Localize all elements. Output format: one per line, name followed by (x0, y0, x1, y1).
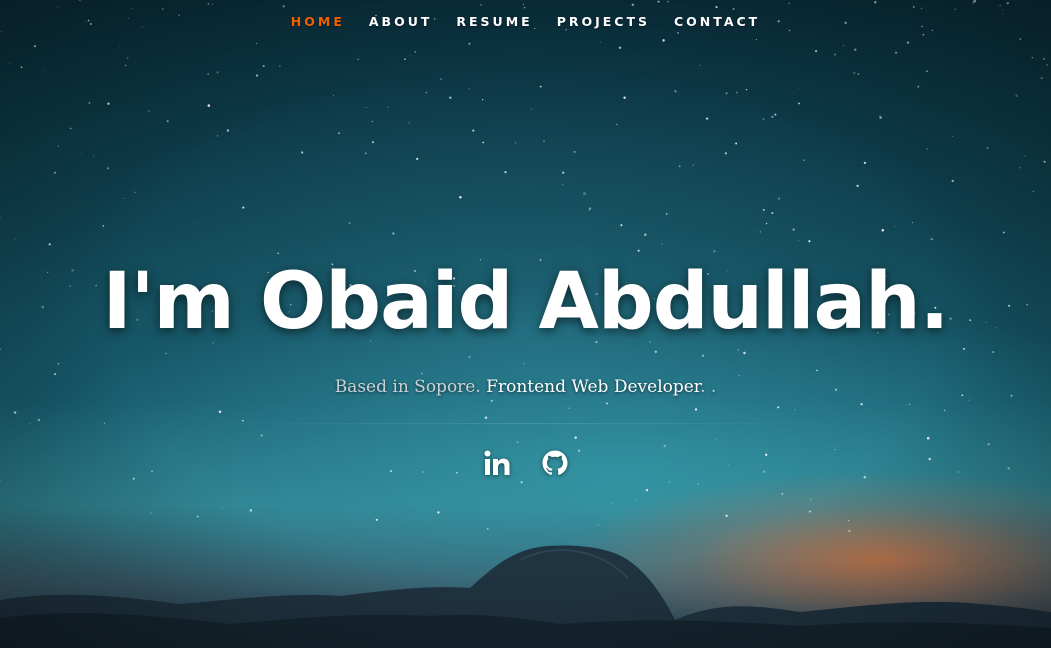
divider (226, 423, 826, 424)
main-nav: HOME ABOUT RESUME PROJECTS CONTACT (0, 14, 1051, 34)
role-text: Frontend Web Developer (486, 377, 701, 397)
github-link[interactable] (541, 448, 569, 478)
role-suffix: . . (700, 377, 717, 397)
linkedin-link[interactable] (483, 448, 511, 478)
github-icon (542, 450, 567, 475)
social-links (0, 448, 1051, 478)
nav-item-about[interactable]: ABOUT (369, 14, 433, 34)
nav-item-contact[interactable]: CONTACT (674, 14, 760, 34)
location-text: Based in Sopore. (334, 377, 481, 397)
nav-item-resume[interactable]: RESUME (456, 14, 532, 34)
nav-item-projects[interactable]: PROJECTS (557, 14, 650, 34)
hero-subtitle: Based in Sopore. Frontend Web Developer.… (0, 374, 1051, 400)
linkedin-icon (484, 450, 509, 475)
hero-headline: I'm Obaid Abdullah. (102, 257, 950, 347)
nav-item-home[interactable]: HOME (291, 14, 345, 34)
